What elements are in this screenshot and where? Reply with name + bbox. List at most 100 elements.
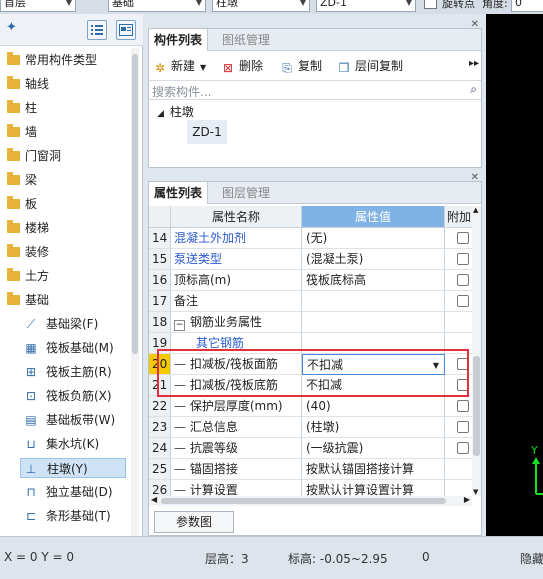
scroll-right-icon[interactable]: ▶ <box>464 495 470 504</box>
header-extra: 附加 <box>445 206 473 228</box>
list-view-button[interactable] <box>87 20 107 40</box>
category-select[interactable]: 基础 ▼ <box>108 0 206 12</box>
property-vertical-scrollbar[interactable]: ▲ ▼ <box>472 206 481 496</box>
scroll-left-icon[interactable]: ◀ <box>151 495 157 504</box>
table-row[interactable]: 17 备注 <box>149 291 481 312</box>
vertical-scroll-thumb[interactable] <box>473 356 480 456</box>
tree-item-stairs[interactable]: 楼梯 <box>0 218 130 238</box>
extra-checkbox[interactable] <box>457 421 469 433</box>
grid-view-button[interactable] <box>116 20 136 40</box>
tree-item-earthwork[interactable]: 土方 <box>0 266 130 286</box>
new-button[interactable]: ✲ 新建 ▼ <box>153 57 206 75</box>
table-row[interactable]: 15 泵送类型 (混凝土泵) <box>149 249 481 270</box>
folder-icon <box>7 76 20 89</box>
svg-text:Y: Y <box>530 444 538 457</box>
table-row[interactable]: 26— 计算设置 按默认计算设置计算 <box>149 480 481 496</box>
tree-item-foundation[interactable]: 基础 <box>0 290 130 310</box>
table-row[interactable]: 22— 保护层厚度(mm) (40) <box>149 396 481 417</box>
tree-item-sump[interactable]: ⊔ 集水坑(K) <box>0 434 130 454</box>
table-row[interactable]: 16 顶标高(m) 筏板底标高 <box>149 270 481 291</box>
tree-item-slab[interactable]: 板 <box>0 194 130 214</box>
extra-checkbox[interactable] <box>457 358 469 370</box>
elevation-readout: 标高: -0.05~2.95 <box>288 552 388 566</box>
expand-icon[interactable]: ◢ <box>157 109 164 119</box>
extra-checkbox[interactable] <box>457 295 469 307</box>
header-property-value[interactable]: 属性值 <box>302 206 445 228</box>
table-row[interactable]: 25— 锚固搭接 按默认锚固搭接计算 <box>149 459 481 480</box>
floor-copy-button[interactable]: ❐ 层间复制 <box>337 57 403 75</box>
tree-item-wall[interactable]: 墙 <box>0 122 130 142</box>
table-row[interactable]: 24— 抗震等级 (一级抗震) <box>149 438 481 459</box>
rotate-point-checkbox[interactable] <box>424 0 437 9</box>
top-property-bar: 首层 ▼ 基础 ▼ 柱墩 ▼ ZD-1 ▼ 旋转点 角度: 0 <box>0 0 543 14</box>
component-type-panel: ✦ 常用构件类型 轴线 柱 墙 门窗洞 梁 板 楼梯 装修 土方 基础 ⟋ 基础梁… <box>0 14 143 536</box>
type-select[interactable]: 柱墩 ▼ <box>212 0 310 12</box>
extra-checkbox[interactable] <box>457 274 469 286</box>
tab-drawing-management[interactable]: 图纸管理 <box>217 29 275 51</box>
floor-select[interactable]: 首层 ▼ <box>0 0 76 12</box>
rebar-grid-icon: ⊞ <box>25 365 37 379</box>
tree-item-raft-main-rebar[interactable]: ⊞ 筏板主筋(R) <box>0 362 130 382</box>
tree-item-column-pier[interactable]: ⊥ 柱墩(Y) <box>20 458 126 478</box>
table-row[interactable]: 21— 扣减板/筏板底筋 不扣减 <box>149 375 481 396</box>
pin-icon[interactable]: ✦ <box>6 20 17 35</box>
table-row[interactable]: 14 混凝土外加剂 (无) <box>149 228 481 249</box>
horizontal-scroll-thumb[interactable] <box>161 498 446 504</box>
chevron-down-icon: ▼ <box>65 0 72 7</box>
count-readout: 0 <box>422 550 430 564</box>
hide-label[interactable]: 隐藏 <box>520 550 543 567</box>
deduct-top-rebar-dropdown[interactable]: 不扣减 ▼ <box>302 354 445 375</box>
tree-item-strip-footing[interactable]: ⊏ 条形基础(T) <box>0 506 130 526</box>
tab-property-list[interactable]: 属性列表 <box>149 182 209 204</box>
tree-item-openings[interactable]: 门窗洞 <box>0 146 130 166</box>
tree-item-beam[interactable]: 梁 <box>0 170 130 190</box>
tab-layer-management[interactable]: 图层管理 <box>217 182 275 204</box>
scroll-down-icon[interactable]: ▼ <box>473 488 478 496</box>
search-icon[interactable]: ⌕ <box>470 82 477 97</box>
tree-item-raft-negative-rebar[interactable]: ⊡ 筏板负筋(X) <box>0 386 130 406</box>
property-horizontal-scrollbar[interactable]: ◀ ▶ <box>149 495 472 506</box>
folder-icon <box>7 196 20 209</box>
extra-checkbox[interactable] <box>457 379 469 391</box>
component-select[interactable]: ZD-1 ▼ <box>316 0 416 12</box>
extra-checkbox[interactable] <box>457 442 469 454</box>
more-icon[interactable]: ▸▸ <box>469 58 479 69</box>
tree-item-finishes[interactable]: 装修 <box>0 242 130 262</box>
collapse-icon[interactable]: − <box>174 320 185 331</box>
tree-item-raft-foundation[interactable]: ▦ 筏板基础(M) <box>0 338 130 358</box>
tree-item-axis[interactable]: 轴线 <box>0 74 130 94</box>
angle-input[interactable]: 0 <box>511 0 543 12</box>
floor-height-readout: 层高：3 <box>205 552 249 566</box>
header-property-name: 属性名称 <box>171 206 302 228</box>
folder-icon <box>7 100 20 113</box>
left-panel-scroll-thumb[interactable] <box>132 54 138 354</box>
table-row[interactable]: 18− 钢筋业务属性 <box>149 312 481 333</box>
delete-button[interactable]: ⊠ 删除 <box>221 57 263 75</box>
component-search-input[interactable]: 搜索构件... ⌕ <box>149 80 481 100</box>
copy-button[interactable]: ⎘ 复制 <box>280 57 322 75</box>
extra-checkbox[interactable] <box>457 232 469 244</box>
copy-icon: ⎘ <box>282 61 292 75</box>
component-tree-root[interactable]: ◢ 柱墩 <box>157 103 194 120</box>
tree-item-common[interactable]: 常用构件类型 <box>0 50 130 70</box>
tree-item-foundation-beam[interactable]: ⟋ 基础梁(F) <box>0 314 130 334</box>
folder-icon <box>7 124 20 137</box>
folder-icon <box>7 148 20 161</box>
tree-item-isolated-footing[interactable]: ⊓ 独立基础(D) <box>0 482 130 502</box>
table-row[interactable]: 20— 扣减板/筏板面筋 不扣减 ▼ <box>149 354 481 375</box>
table-row[interactable]: 23— 汇总信息 (柱墩) <box>149 417 481 438</box>
folder-icon <box>7 172 20 185</box>
tab-component-list[interactable]: 构件列表 <box>149 29 209 51</box>
tree-item-slab-strip[interactable]: ▤ 基础板带(W) <box>0 410 130 430</box>
extra-checkbox[interactable] <box>457 253 469 265</box>
chevron-down-icon: ▼ <box>405 0 412 7</box>
drawing-canvas[interactable]: Y <box>486 14 543 536</box>
tree-item-column[interactable]: 柱 <box>0 98 130 118</box>
axis-indicator-icon: Y <box>530 444 543 495</box>
chevron-down-icon[interactable]: ▼ <box>433 355 439 374</box>
component-item-zd1[interactable]: ZD-1 <box>187 120 227 144</box>
scroll-up-icon[interactable]: ▲ <box>473 206 478 214</box>
extra-checkbox[interactable] <box>457 400 469 412</box>
table-row[interactable]: 19 其它钢筋 <box>149 333 481 354</box>
parameter-diagram-button[interactable]: 参数图 <box>154 511 234 533</box>
